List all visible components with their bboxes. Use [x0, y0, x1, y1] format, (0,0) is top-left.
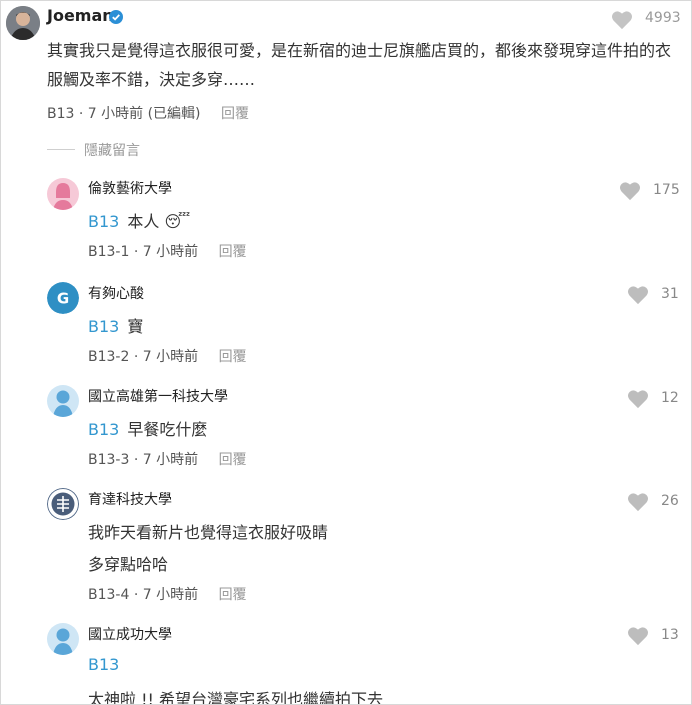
comment-time: 7 小時前	[142, 452, 199, 468]
school-logo-icon[interactable]	[47, 488, 79, 520]
comment-time: 7 小時前	[142, 587, 199, 603]
heart-icon	[628, 627, 648, 646]
post-time: 7 小時前	[87, 106, 144, 122]
comment-body: 太神啦 !! 希望台灣豪宅系列也繼續拍下去	[88, 690, 384, 705]
comment-meta: B13-3 · 7 小時前 回覆	[88, 452, 247, 468]
post-like-button[interactable]	[611, 10, 633, 30]
avatar-letter-icon[interactable]: G	[47, 282, 79, 314]
comment-thread: Joeman 4993 其實我只是覺得這衣服很可愛，是在新宿的迪士尼旗艦店買的，…	[0, 0, 692, 705]
comment-author[interactable]: 有夠心酸	[88, 283, 144, 303]
comment-time: 7 小時前	[142, 244, 199, 260]
comment-reply-link[interactable]: 回覆	[219, 349, 247, 365]
comment-like-count: 31	[661, 286, 679, 302]
comment-like-count: 26	[661, 493, 679, 509]
heart-icon	[628, 493, 648, 512]
post-like-count: 4993	[645, 10, 681, 26]
heart-icon	[628, 286, 648, 305]
comment-reply-link[interactable]: 回覆	[219, 587, 247, 603]
comment-reply-link[interactable]: 回覆	[219, 244, 247, 260]
comment-like-count: 13	[661, 627, 679, 643]
comment-like-count: 12	[661, 390, 679, 406]
comment-reply-link[interactable]: 回覆	[219, 452, 247, 468]
comment-author[interactable]: 育達科技大學	[88, 489, 172, 509]
comment-text: B13 早餐吃什麼	[88, 416, 207, 440]
comment-like-button[interactable]	[627, 389, 649, 409]
post-reply-link[interactable]: 回覆	[221, 106, 249, 122]
floor-reference-link[interactable]: B13	[88, 317, 119, 336]
post-body: 其實我只是覺得這衣服很可愛，是在新宿的迪士尼旗艦店買的，都後來發現穿這件拍的衣服…	[47, 41, 672, 89]
comment-like-button[interactable]	[627, 285, 649, 305]
comment-author[interactable]: 國立高雄第一科技大學	[88, 386, 228, 406]
comment-text-line-2: 多穿點哈哈	[88, 555, 169, 574]
comment-text: B13 本人 😴	[88, 208, 190, 232]
comment-floor: B13-1	[88, 244, 130, 260]
comment-text: B13	[88, 655, 127, 674]
avatar-female-icon[interactable]	[47, 178, 79, 210]
post-meta: B13 · 7 小時前 (已編輯) 回覆	[47, 106, 249, 122]
comment-text: B13 寶	[88, 313, 143, 337]
hide-comments-toggle[interactable]: 隱藏留言	[84, 140, 140, 160]
comment-text-line-1: 我昨天看新片也覺得這衣服好吸睛	[88, 523, 329, 542]
author-avatar[interactable]	[6, 6, 40, 40]
comment-like-button[interactable]	[627, 626, 649, 646]
floor-reference-link[interactable]: B13	[88, 420, 119, 439]
post-floor: B13	[47, 106, 75, 122]
heart-icon	[612, 11, 632, 30]
comment-author[interactable]: 倫敦藝術大學	[88, 178, 172, 198]
comment-body: 寶	[127, 317, 144, 336]
comment-time: 7 小時前	[142, 349, 199, 365]
comment-meta: B13-1 · 7 小時前 回覆	[88, 244, 247, 260]
comment-meta: B13-2 · 7 小時前 回覆	[88, 349, 247, 365]
hidden-divider	[47, 149, 75, 150]
floor-reference-link[interactable]: B13	[88, 212, 119, 231]
sleepy-emoji-icon: 😴	[164, 212, 191, 231]
heart-icon	[620, 182, 640, 201]
comment-author[interactable]: 國立成功大學	[88, 624, 172, 644]
comment-floor: B13-2	[88, 349, 130, 365]
comment-body: 早餐吃什麼	[127, 420, 208, 439]
comment-like-button[interactable]	[627, 492, 649, 512]
avatar-default-icon[interactable]	[47, 385, 79, 417]
comment-floor: B13-3	[88, 452, 130, 468]
post-edited: (已編輯)	[147, 106, 201, 122]
author-name[interactable]: Joeman	[47, 6, 114, 25]
comment-like-button[interactable]	[619, 181, 641, 201]
comment-meta: B13-4 · 7 小時前 回覆	[88, 587, 247, 603]
avatar-letter: G	[57, 290, 69, 308]
comment-body: 本人	[127, 212, 160, 231]
heart-icon	[628, 390, 648, 409]
comment-floor: B13-4	[88, 587, 130, 603]
floor-reference-link[interactable]: B13	[88, 655, 119, 674]
comment-like-count: 175	[653, 182, 680, 198]
avatar-default-icon[interactable]	[47, 623, 79, 655]
verified-badge-icon	[109, 10, 123, 24]
